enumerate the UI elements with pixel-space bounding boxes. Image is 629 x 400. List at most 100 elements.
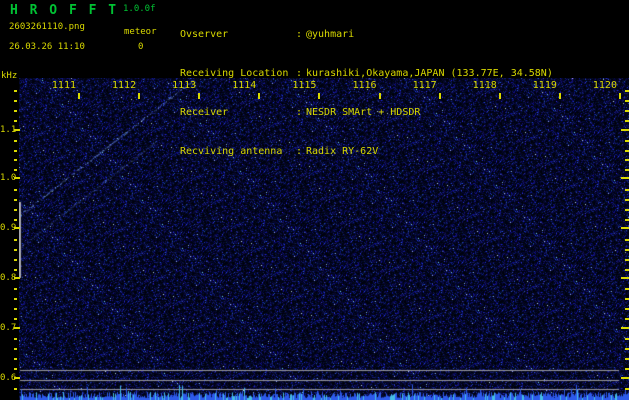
freq-tick-minor	[14, 308, 17, 310]
freq-tick-minor	[14, 348, 17, 350]
freq-tick-minor	[14, 169, 17, 171]
info-value: @yuhmari	[306, 29, 355, 40]
freq-tick-minor	[625, 209, 629, 211]
info-row-antenna: Recviving antenna: Radix RY-62V	[180, 145, 553, 158]
freq-tick-minor	[14, 150, 17, 152]
freq-tick-minor	[625, 259, 629, 261]
app-version: 1.0.0f	[123, 4, 156, 14]
freq-tick-minor	[625, 368, 629, 370]
output-filename: 2603261110.png	[9, 22, 85, 32]
freq-tick-minor	[625, 388, 629, 390]
time-tick-label: 1120	[592, 80, 617, 91]
time-tick	[618, 93, 621, 99]
info-label: Receiving Location	[180, 68, 289, 79]
time-tick-label: 1118	[472, 80, 497, 91]
freq-tick-minor	[625, 239, 629, 241]
freq-tick-minor	[14, 100, 17, 102]
freq-tick-major	[621, 277, 629, 279]
freq-tick-minor	[625, 159, 629, 161]
freq-tick-major	[14, 227, 20, 229]
freq-tick-minor	[625, 318, 629, 320]
freq-tick-minor	[14, 159, 17, 161]
time-tick	[438, 93, 441, 99]
info-row-observer: Ovserver: @yuhmari	[180, 28, 553, 41]
info-row-location: Receiving Location: kurashiki,Okayama,JAP…	[180, 67, 553, 80]
freq-tick-minor	[625, 298, 629, 300]
info-value: kurashiki,Okayama,JAPAN (133.77E, 34.58N…	[306, 68, 553, 79]
freq-tick-major	[621, 129, 629, 131]
meteor-counter-label: meteor	[124, 27, 157, 37]
freq-tick-minor	[625, 219, 629, 221]
freq-tick-minor	[625, 269, 629, 271]
time-tick	[498, 93, 501, 99]
freq-tick-minor	[625, 140, 629, 142]
meteor-counter-value: 0	[138, 42, 144, 52]
info-row-receiver: Receiver: NESDR SMArt + HDSDR	[180, 106, 553, 119]
freq-tick-label: 1.0	[0, 173, 17, 183]
freq-tick-minor	[14, 249, 17, 251]
time-tick	[78, 93, 80, 99]
station-info-block: Ovserver: @yuhmari Receiving Location: kur…	[180, 2, 553, 184]
info-label: Receiver	[180, 107, 229, 118]
freq-tick-minor	[14, 239, 17, 241]
info-label: Ovserver	[180, 29, 229, 40]
freq-tick-minor	[625, 90, 629, 92]
freq-axis-unit-label: kHz	[1, 71, 18, 81]
freq-tick-minor	[625, 308, 629, 310]
freq-tick-minor	[14, 259, 17, 261]
freq-tick-minor	[14, 199, 17, 201]
freq-tick-label: 0.7	[0, 323, 17, 333]
freq-tick-major	[621, 377, 629, 379]
time-tick-label: 1114	[232, 80, 257, 91]
time-tick-label: 1119	[532, 80, 557, 91]
time-tick-label: 1115	[292, 80, 317, 91]
freq-tick-major	[14, 377, 20, 379]
freq-tick-minor	[625, 348, 629, 350]
info-label: Recviving antenna	[180, 146, 283, 157]
freq-tick-label: 1.1	[0, 125, 17, 135]
freq-tick-minor	[625, 338, 629, 340]
freq-tick-major	[621, 177, 629, 179]
freq-tick-minor	[625, 110, 629, 112]
freq-tick-minor	[625, 150, 629, 152]
freq-tick-label: 0.8	[0, 273, 17, 283]
time-tick	[138, 93, 141, 99]
time-tick	[558, 93, 561, 99]
freq-tick-minor	[14, 209, 17, 211]
freq-tick-minor	[625, 120, 629, 122]
info-separator: :	[296, 29, 303, 40]
app-title: H R O F F T	[10, 3, 119, 18]
freq-tick-major	[621, 227, 629, 229]
freq-tick-major	[621, 327, 629, 329]
time-tick-label: 1111	[51, 80, 76, 91]
time-tick-label: 1117	[412, 80, 437, 91]
hrofft-window: H R O F F T 1.0.0f 2603261110.png meteor…	[0, 0, 629, 400]
time-tick	[378, 93, 381, 99]
time-tick	[318, 93, 321, 99]
info-separator: :	[296, 68, 303, 79]
freq-tick-minor	[625, 189, 629, 191]
freq-tick-label: 0.9	[0, 223, 17, 233]
freq-tick-major	[14, 327, 20, 329]
freq-tick-minor	[625, 199, 629, 201]
freq-tick-minor	[14, 110, 17, 112]
freq-tick-label: 0.6	[0, 373, 17, 383]
time-tick-label: 1116	[352, 80, 377, 91]
freq-tick-major	[14, 177, 20, 179]
time-tick-label: 1113	[172, 80, 197, 91]
freq-tick-minor	[625, 169, 629, 171]
freq-tick-minor	[625, 288, 629, 290]
freq-tick-minor	[14, 140, 17, 142]
freq-tick-minor	[14, 368, 17, 370]
freq-tick-minor	[14, 189, 17, 191]
info-separator: :	[296, 146, 303, 157]
freq-tick-minor	[14, 298, 17, 300]
freq-tick-minor	[14, 219, 17, 221]
timestamp: 26.03.26 11:10	[9, 42, 85, 52]
freq-tick-minor	[625, 249, 629, 251]
time-tick-label: 1112	[112, 80, 137, 91]
freq-tick-minor	[14, 358, 17, 360]
freq-tick-minor	[625, 358, 629, 360]
freq-tick-minor	[14, 288, 17, 290]
time-tick	[258, 93, 261, 99]
